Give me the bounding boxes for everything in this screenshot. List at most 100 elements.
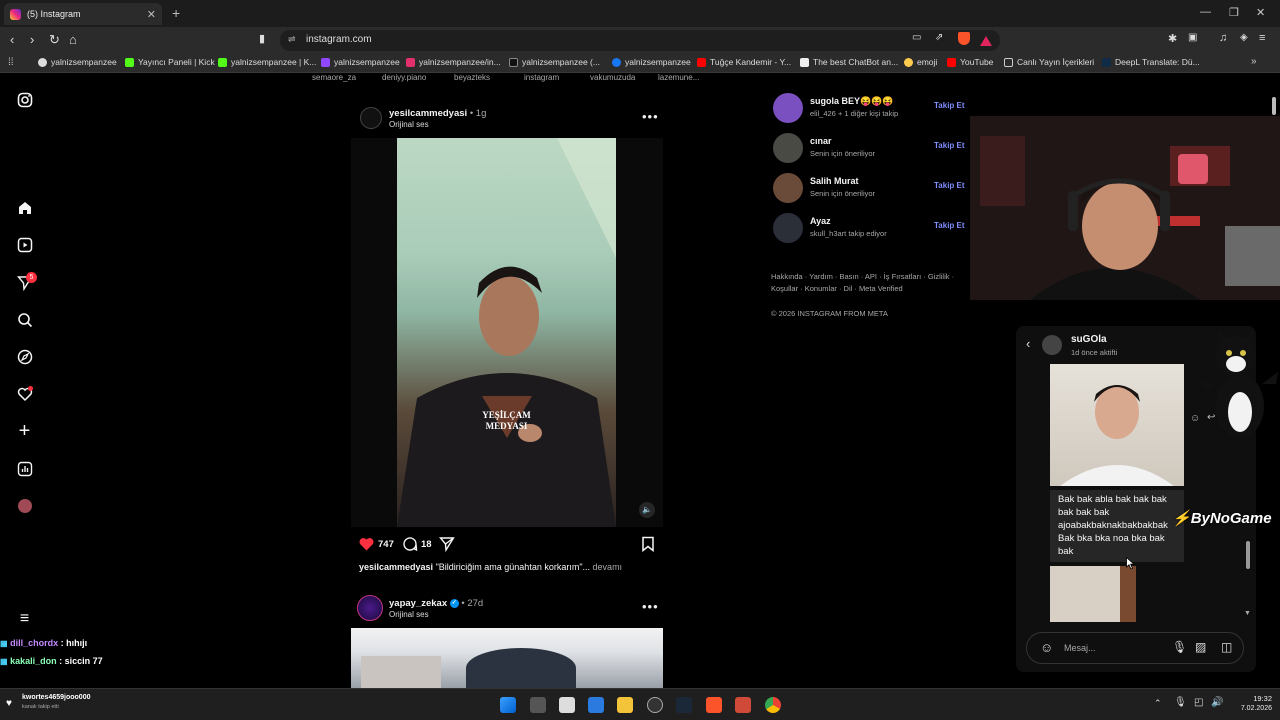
suggestion-avatar[interactable] bbox=[773, 133, 803, 163]
dashboard-icon[interactable] bbox=[16, 461, 33, 478]
story-label[interactable]: deniyy.piano bbox=[382, 73, 426, 82]
mute-toggle-icon[interactable]: 🔈 bbox=[639, 502, 655, 518]
suggestion-name[interactable]: sugola BEY😝😝😝 bbox=[810, 96, 894, 107]
bookmark-item[interactable]: yalnizsempanzee bbox=[612, 57, 691, 67]
post-author-avatar[interactable] bbox=[357, 595, 383, 621]
caption-more-link[interactable]: devamı bbox=[593, 562, 623, 572]
file-explorer-icon[interactable] bbox=[617, 697, 633, 713]
story-label[interactable]: vakumuzuda bbox=[590, 73, 635, 82]
dm-text-message[interactable]: Bak bak abla bak bak bak bak bak bak ajo… bbox=[1050, 490, 1184, 562]
story-label[interactable]: lazemune... bbox=[658, 73, 699, 82]
dm-image-message[interactable] bbox=[1050, 364, 1184, 486]
bookmark-item[interactable]: YouTube bbox=[947, 57, 993, 67]
dm-back-icon[interactable]: ‹ bbox=[1026, 336, 1030, 351]
media-player-icon[interactable] bbox=[735, 697, 751, 713]
dm-contact-name[interactable]: suGOla bbox=[1071, 334, 1107, 345]
home-icon[interactable]: ⌂ bbox=[69, 32, 77, 47]
suggestion-name[interactable]: Ayaz bbox=[810, 216, 831, 226]
post-video[interactable]: YEŞİLÇAM MEDYASI 🔈 bbox=[351, 138, 663, 527]
more-bookmarks-icon[interactable]: » bbox=[1251, 56, 1257, 67]
tray-overflow-icon[interactable]: ⌃ bbox=[1154, 698, 1162, 709]
post-author[interactable]: yapay_zekax ✓ • 27d bbox=[389, 598, 483, 609]
close-tab-icon[interactable]: ✕ bbox=[147, 8, 156, 21]
url-bar[interactable]: ⇌ instagram.com bbox=[280, 30, 1000, 51]
minimize-icon[interactable]: — bbox=[1200, 6, 1211, 18]
create-plus-icon[interactable]: + bbox=[16, 421, 33, 441]
follow-button[interactable]: Takip Et bbox=[934, 181, 965, 190]
task-view-icon[interactable] bbox=[530, 697, 546, 713]
bookmark-item[interactable]: yalnizsempanzee | K... bbox=[218, 57, 316, 67]
search-nav-icon[interactable] bbox=[16, 312, 33, 329]
suggestion-avatar[interactable] bbox=[773, 93, 803, 123]
like-count[interactable]: 747 bbox=[378, 539, 394, 550]
comment-count[interactable]: 18 bbox=[421, 539, 432, 550]
more-menu-icon[interactable]: ≡ bbox=[16, 610, 33, 627]
suggestion-name[interactable]: cınar bbox=[810, 136, 832, 146]
clock-date[interactable]: 7.02.2026 bbox=[1222, 705, 1272, 712]
sidebar-toggle-icon[interactable]: ▣ bbox=[1188, 32, 1197, 43]
emoji-icon[interactable]: ☺ bbox=[1040, 640, 1053, 655]
suggestion-name[interactable]: Salih Murat bbox=[810, 176, 859, 186]
post-audio-label[interactable]: Orijinal ses bbox=[389, 120, 429, 129]
follow-button[interactable]: Takip Et bbox=[934, 101, 965, 110]
restore-icon[interactable]: ❐ bbox=[1229, 6, 1239, 19]
tray-mic-icon[interactable]: 🎙 bbox=[1174, 697, 1187, 708]
footer-links[interactable]: Koşullar · Konumlar · Dil · Meta Verifie… bbox=[771, 284, 903, 293]
clock-time[interactable]: 19:32 bbox=[1232, 694, 1272, 703]
suggestion-avatar[interactable] bbox=[773, 213, 803, 243]
bookmark-item[interactable]: emoji bbox=[904, 57, 937, 67]
media-icon[interactable]: ♫ bbox=[1219, 32, 1227, 44]
like-heart-icon[interactable] bbox=[358, 536, 375, 557]
story-label[interactable]: beyazteks bbox=[454, 73, 490, 82]
steam-app-icon[interactable] bbox=[676, 697, 692, 713]
tray-network-icon[interactable]: ◰ bbox=[1194, 697, 1203, 708]
apps-grid-icon[interactable]: ⁞⁞ bbox=[8, 57, 14, 68]
microphone-icon[interactable]: 🎙 bbox=[1172, 640, 1187, 654]
page-scrollbar[interactable] bbox=[1272, 97, 1276, 115]
home-nav-icon[interactable] bbox=[16, 200, 33, 217]
post-author-avatar[interactable] bbox=[360, 107, 382, 129]
messages-nav-icon[interactable]: 5 bbox=[16, 272, 37, 292]
share-icon[interactable]: ⇗ bbox=[935, 32, 943, 43]
brave-browser-icon[interactable] bbox=[706, 697, 722, 713]
back-icon[interactable]: ‹ bbox=[10, 32, 14, 47]
story-label[interactable]: semaore_za bbox=[312, 73, 356, 82]
dm-scrollbar[interactable] bbox=[1246, 541, 1250, 569]
bookmark-icon[interactable]: ▮ bbox=[259, 32, 265, 45]
reload-icon[interactable]: ↻ bbox=[49, 32, 60, 48]
bookmark-item[interactable]: Yayıncı Paneli | Kick bbox=[125, 57, 215, 67]
follow-button[interactable]: Takip Et bbox=[934, 221, 965, 230]
post-options-icon[interactable]: ••• bbox=[642, 599, 659, 614]
post-author[interactable]: yesilcammedyasi • 1g bbox=[389, 108, 486, 119]
follow-button[interactable]: Takip Et bbox=[934, 141, 965, 150]
chat-username[interactable]: dill_chordx bbox=[10, 638, 58, 648]
window-close-icon[interactable]: ✕ bbox=[1256, 6, 1265, 19]
brave-rewards-icon[interactable] bbox=[980, 36, 992, 46]
explore-nav-icon[interactable] bbox=[16, 349, 33, 366]
dm-scroll-down-icon[interactable]: ▼ bbox=[1244, 610, 1251, 617]
photos-app-icon[interactable] bbox=[588, 697, 604, 713]
bookmark-item[interactable]: yalnizsempanzee (... bbox=[509, 57, 600, 67]
dm-avatar[interactable] bbox=[1042, 335, 1062, 355]
new-tab-icon[interactable]: + bbox=[172, 5, 180, 21]
image-upload-icon[interactable]: ▨ bbox=[1195, 640, 1206, 654]
bookmark-item[interactable]: DeepL Translate: Dü... bbox=[1102, 57, 1200, 67]
forward-icon[interactable]: › bbox=[30, 32, 34, 47]
brave-shield-icon[interactable] bbox=[958, 32, 970, 45]
share-icon[interactable] bbox=[439, 536, 455, 557]
bookmark-item[interactable]: yalnizsempanzee bbox=[321, 57, 400, 67]
extensions-icon[interactable]: ✱ bbox=[1168, 32, 1177, 45]
site-info-icon[interactable]: ⇌ bbox=[288, 34, 296, 45]
start-menu-icon[interactable] bbox=[500, 697, 516, 713]
comment-icon[interactable] bbox=[402, 536, 418, 557]
chat-username[interactable]: kakali_don bbox=[10, 656, 57, 666]
footer-links[interactable]: Hakkında · Yardım · Basın · API · İş Fır… bbox=[771, 272, 954, 281]
save-bookmark-icon[interactable] bbox=[641, 536, 655, 557]
obs-app-icon[interactable] bbox=[647, 697, 663, 713]
post-options-icon[interactable]: ••• bbox=[642, 109, 659, 124]
reels-nav-icon[interactable] bbox=[16, 237, 33, 254]
instagram-logo-icon[interactable] bbox=[16, 92, 33, 109]
bookmark-item[interactable]: yalnizsempanzee bbox=[38, 57, 117, 67]
notifications-heart-icon[interactable] bbox=[16, 386, 33, 403]
caption-author[interactable]: yesilcammedyasi bbox=[359, 562, 433, 572]
